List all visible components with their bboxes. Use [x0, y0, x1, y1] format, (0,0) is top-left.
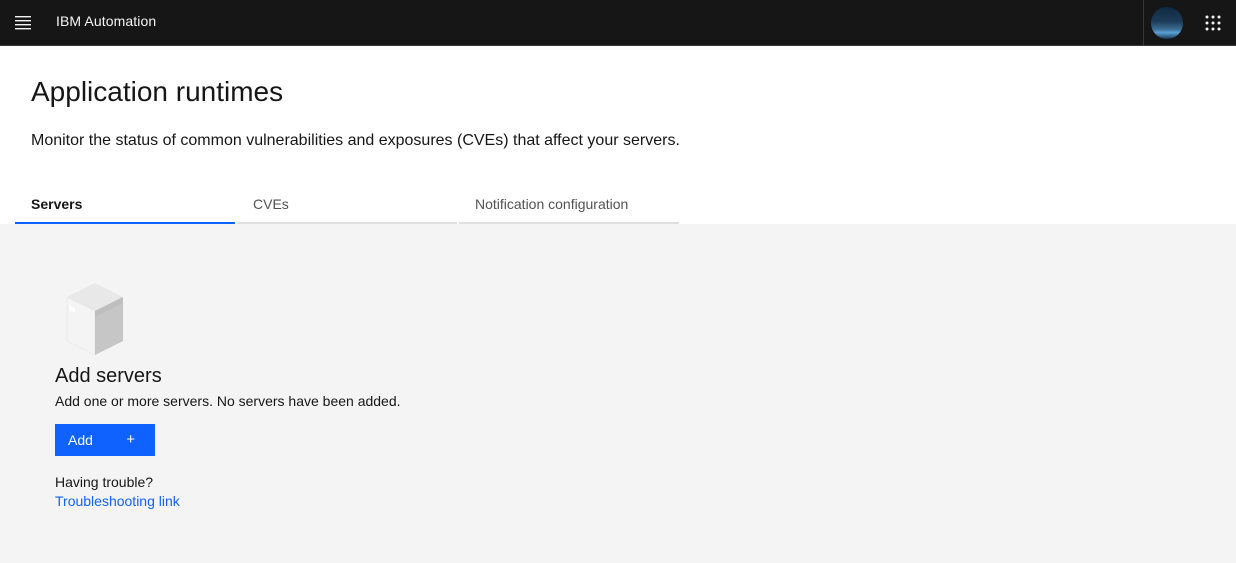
- user-avatar-button[interactable]: [1144, 0, 1190, 45]
- tab-list: Servers CVEs Notification configuration: [15, 186, 679, 224]
- empty-box-icon: [66, 283, 123, 356]
- empty-state-title: Add servers: [55, 365, 162, 387]
- brand-name[interactable]: IBM Automation: [56, 13, 156, 29]
- top-header: IBM Automation: [0, 0, 1236, 46]
- hamburger-menu-icon: [15, 15, 31, 29]
- page-description: Monitor the status of common vulnerabili…: [31, 132, 680, 149]
- app-switcher-button[interactable]: [1190, 0, 1236, 45]
- avatar: [1151, 6, 1183, 39]
- tab-panel-servers: Add servers Add one or more servers. No …: [0, 224, 1236, 563]
- tab-cves[interactable]: CVEs: [237, 186, 457, 224]
- app-switcher-grid-icon: [1205, 15, 1221, 30]
- tab-servers[interactable]: Servers: [15, 186, 235, 224]
- hamburger-menu-button[interactable]: [0, 0, 46, 45]
- empty-state-description: Add one or more servers. No servers have…: [55, 393, 401, 409]
- add-server-button[interactable]: Add +: [55, 424, 155, 456]
- tab-notification-configuration[interactable]: Notification configuration: [459, 186, 679, 224]
- plus-icon: +: [126, 431, 135, 448]
- page-title: Application runtimes: [31, 76, 284, 107]
- troubleshooting-link[interactable]: Troubleshooting link: [55, 493, 180, 509]
- add-button-label: Add: [68, 432, 93, 448]
- trouble-label: Having trouble?: [55, 474, 154, 490]
